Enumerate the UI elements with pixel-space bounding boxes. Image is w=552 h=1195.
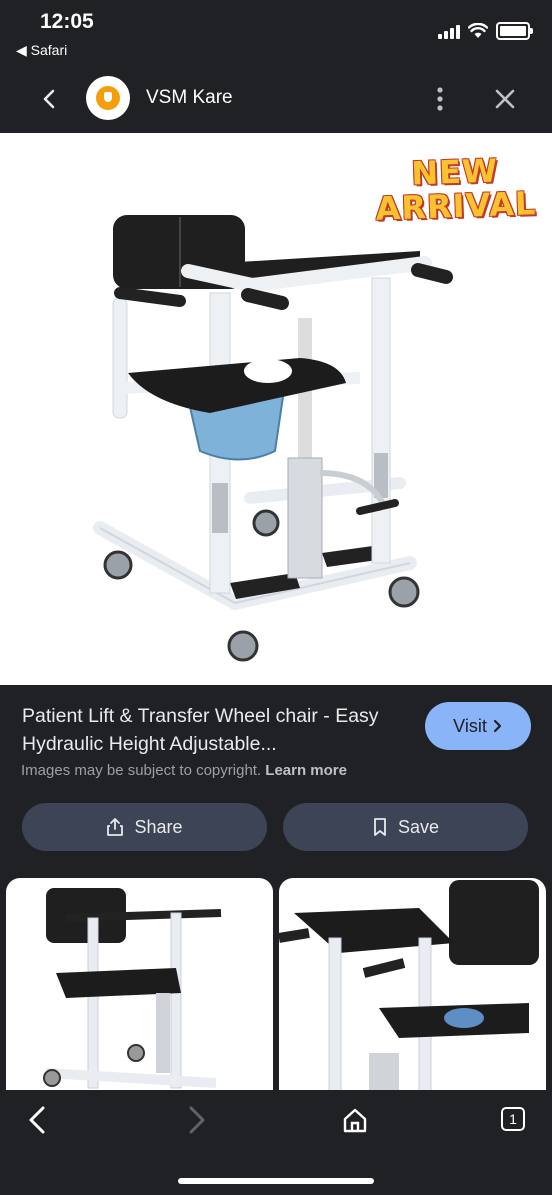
result-title[interactable]: Patient Lift & Transfer Wheel chair - Ea… bbox=[22, 702, 402, 758]
back-to-safari-link[interactable]: ◀ Safari bbox=[16, 42, 67, 59]
close-icon[interactable] bbox=[490, 84, 520, 114]
battery-icon bbox=[496, 22, 533, 40]
visit-button[interactable]: Visit bbox=[425, 702, 531, 750]
tab-switcher-button[interactable]: 1 bbox=[501, 1107, 525, 1131]
related-image-2-graphic bbox=[279, 880, 539, 1108]
product-image[interactable]: NEW ARRIVAL bbox=[0, 133, 552, 685]
browser-back-icon[interactable] bbox=[26, 1104, 50, 1136]
status-icons bbox=[438, 22, 533, 40]
learn-more-link[interactable]: Learn more bbox=[265, 762, 347, 779]
save-button[interactable]: Save bbox=[283, 803, 528, 851]
share-label: Share bbox=[134, 816, 183, 837]
save-label: Save bbox=[397, 816, 440, 837]
more-options-icon[interactable] bbox=[428, 84, 452, 114]
site-logo bbox=[86, 76, 130, 120]
back-arrow-icon[interactable] bbox=[36, 84, 62, 114]
related-image-1[interactable] bbox=[6, 878, 273, 1108]
bookmark-icon bbox=[374, 818, 386, 836]
wifi-icon bbox=[468, 23, 488, 38]
chevron-right-icon bbox=[493, 719, 501, 733]
home-icon[interactable] bbox=[341, 1106, 369, 1134]
related-image-1-graphic bbox=[43, 888, 222, 1089]
copyright-text: Images may be subject to copyright. bbox=[21, 762, 262, 779]
signal-icon bbox=[438, 23, 460, 39]
home-indicator bbox=[178, 1178, 374, 1184]
copyright-notice: Images may be subject to copyright. Lear… bbox=[21, 762, 347, 779]
site-name: VSM Kare bbox=[146, 87, 233, 108]
share-button[interactable]: Share bbox=[22, 803, 267, 851]
browser-forward-icon[interactable] bbox=[184, 1104, 208, 1136]
image-viewer-header bbox=[0, 66, 552, 132]
related-image-2[interactable] bbox=[279, 878, 546, 1108]
visit-label: Visit bbox=[453, 715, 487, 736]
status-time: 12:05 bbox=[40, 10, 94, 33]
new-arrival-badge: NEW ARRIVAL bbox=[375, 151, 538, 228]
share-icon bbox=[107, 818, 124, 836]
status-bar: 12:05 ◀ Safari bbox=[0, 0, 552, 66]
